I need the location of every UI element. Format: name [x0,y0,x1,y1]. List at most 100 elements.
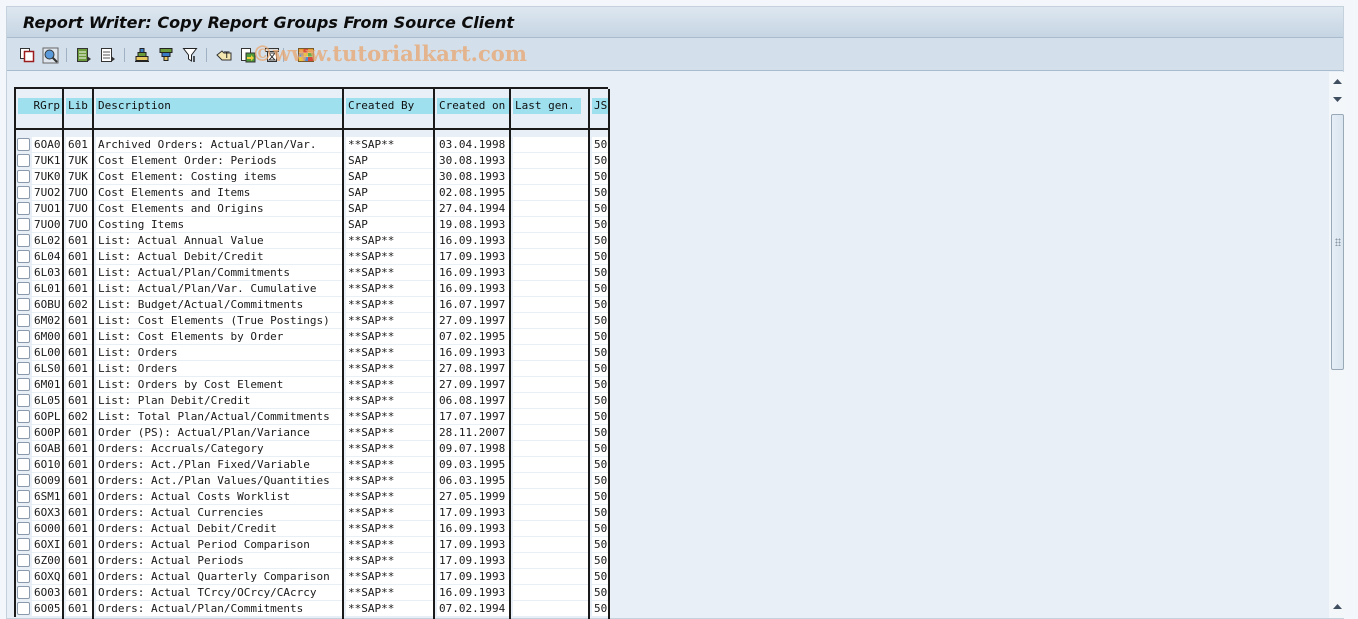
column-header-description[interactable]: Description [96,98,342,114]
table-row[interactable]: 7UO2 7UO Cost Elements and Items SAP 02.08.1… [16,185,608,201]
table-row[interactable]: 6OXI 601 Orders: Actual Period Comparison *… [16,537,608,553]
row-select-checkbox[interactable] [17,298,30,311]
cell-created-by: **SAP** [346,233,433,248]
row-select-checkbox[interactable] [17,314,30,327]
table-row[interactable]: 6O05 601 Orders: Actual/Plan/Commitments **… [16,601,608,617]
row-select-checkbox[interactable] [17,362,30,375]
sort-ascending-button[interactable] [133,46,151,64]
arrow-up-icon [1332,79,1342,84]
row-select-checkbox[interactable] [17,458,30,471]
table-row[interactable]: 6LS0 601 List: Orders **SAP** 27.08.1997 50 [16,361,608,377]
row-select-checkbox[interactable] [17,186,30,199]
row-select-checkbox[interactable] [17,426,30,439]
cell-description: List: Actual/Plan/Var. Cumulative [96,281,342,296]
row-select-checkbox[interactable] [17,474,30,487]
column-header-created-on[interactable]: Created on [437,98,509,114]
cell-js: 50 [592,313,608,328]
column-header-lib[interactable]: Lib [66,98,92,114]
sort-descending-button[interactable] [157,46,175,64]
table-row[interactable]: 6O10 601 Orders: Act./Plan Fixed/Variable *… [16,457,608,473]
row-select-checkbox[interactable] [17,170,30,183]
total-button[interactable]: T [215,46,233,64]
row-select-checkbox[interactable] [17,602,30,615]
row-select-checkbox[interactable] [17,234,30,247]
row-select-checkbox[interactable] [17,378,30,391]
row-select-checkbox[interactable] [17,330,30,343]
cell-description: Cost Elements and Items [96,185,342,200]
scroll-thumb[interactable] [1331,114,1344,370]
row-select-checkbox[interactable] [17,522,30,535]
row-select-checkbox[interactable] [17,138,30,151]
table-row[interactable]: 6M01 601 List: Orders by Cost Element **SAP… [16,377,608,393]
table-row[interactable]: 6OPL 602 List: Total Plan/Actual/Commitmen… [16,409,608,425]
column-header-js[interactable]: JS [592,98,608,114]
scroll-down-button[interactable] [1330,92,1344,107]
table-row[interactable]: 6OA0 601 Archived Orders: Actual/Plan/Var.… [16,137,608,153]
table-row[interactable]: 6L01 601 List: Actual/Plan/Var. Cumulative… [16,281,608,297]
row-select-checkbox[interactable] [17,490,30,503]
row-select-checkbox[interactable] [17,346,30,359]
table-row[interactable]: 7UK1 7UK Cost Element Order: Periods SAP 30.… [16,153,608,169]
table-row[interactable]: 6O09 601 Orders: Act./Plan Values/Quantiti… [16,473,608,489]
cell-lib: 601 [66,265,92,280]
row-select-checkbox[interactable] [17,538,30,551]
table-row[interactable]: 6OX3 601 Orders: Actual Currencies **SAP** 1… [16,505,608,521]
save-layout-button[interactable] [99,46,117,64]
scroll-up-button[interactable] [1330,74,1344,89]
row-select-checkbox[interactable] [17,506,30,519]
cell-js: 50 [592,185,608,200]
table-row[interactable]: 6M02 601 List: Cost Elements (True Posting… [16,313,608,329]
table-row[interactable]: 6L00 601 List: Orders **SAP** 16.09.1993 50 [16,345,608,361]
cell-description: List: Plan Debit/Credit [96,393,342,408]
scroll-up-button-bottom[interactable] [1330,599,1344,614]
row-select-checkbox[interactable] [17,410,30,423]
table-row[interactable]: 7UK0 7UK Cost Element: Costing items SAP 30.… [16,169,608,185]
table-row[interactable]: 6O0P 601 Order (PS): Actual/Plan/Variance *… [16,425,608,441]
choose-layout-button[interactable] [75,46,93,64]
row-select-checkbox[interactable] [17,570,30,583]
table-row[interactable]: 6M00 601 List: Cost Elements by Order **SAP… [16,329,608,345]
row-select-checkbox[interactable] [17,154,30,167]
cell-lib: 602 [66,297,92,312]
table-row[interactable]: 6OBU 602 List: Budget/Actual/Commitments **… [16,297,608,313]
cell-lib: 601 [66,233,92,248]
cell-rgrp: 6O10 [32,457,62,472]
cell-description: Orders: Act./Plan Fixed/Variable [96,457,342,472]
table-row[interactable]: 6O03 601 Orders: Actual TCrcy/OCrcy/CAcrcy… [16,585,608,601]
change-layout-button[interactable] [297,46,315,64]
table-row[interactable]: 6L05 601 List: Plan Debit/Credit **SAP** 06.… [16,393,608,409]
row-select-checkbox[interactable] [17,266,30,279]
export-button[interactable] [239,46,257,64]
vertical-scrollbar[interactable] [1329,72,1345,618]
select-all-button[interactable] [18,46,36,64]
row-select-checkbox[interactable] [17,282,30,295]
row-select-checkbox[interactable] [17,442,30,455]
row-select-checkbox[interactable] [17,586,30,599]
change-layout-grid-icon [298,48,314,62]
table-row[interactable]: 6Z00 601 Orders: Actual Periods **SAP** 17.0… [16,553,608,569]
column-header-last-gen[interactable]: Last gen. [513,98,581,114]
row-select-checkbox[interactable] [17,218,30,231]
row-select-checkbox[interactable] [17,394,30,407]
table-row[interactable]: 6SM1 601 Orders: Actual Costs Worklist **SA… [16,489,608,505]
column-header-rgrp[interactable]: RGrp [18,98,62,114]
table-row[interactable]: 6L04 601 List: Actual Debit/Credit **SAP** 1… [16,249,608,265]
table-row[interactable]: 6L03 601 List: Actual/Plan/Commitments **SA… [16,265,608,281]
print-preview-button[interactable] [263,46,281,64]
column-header-created-by[interactable]: Created By [346,98,433,114]
table-row[interactable]: 7UO0 7UO Costing Items SAP 19.08.1993 50 [16,217,608,233]
table-row[interactable]: 6OAB 601 Orders: Accruals/Category **SAP** 0… [16,441,608,457]
row-select-checkbox[interactable] [17,554,30,567]
table-row[interactable]: 7UO1 7UO Cost Elements and Origins SAP 27.04… [16,201,608,217]
cell-rgrp: 7UK0 [32,169,62,184]
cell-last-gen [513,265,588,280]
details-button[interactable] [41,46,59,64]
table-row[interactable]: 6O00 601 Orders: Actual Debit/Credit **SAP*… [16,521,608,537]
cell-js: 50 [592,601,608,616]
table-row[interactable]: 6L02 601 List: Actual Annual Value **SAP** 1… [16,233,608,249]
row-select-checkbox[interactable] [17,202,30,215]
row-select-checkbox[interactable] [17,250,30,263]
table-row[interactable]: 6OXQ 601 Orders: Actual Quarterly Comparis… [16,569,608,585]
cell-last-gen [513,569,588,584]
filter-button[interactable] [181,46,199,64]
